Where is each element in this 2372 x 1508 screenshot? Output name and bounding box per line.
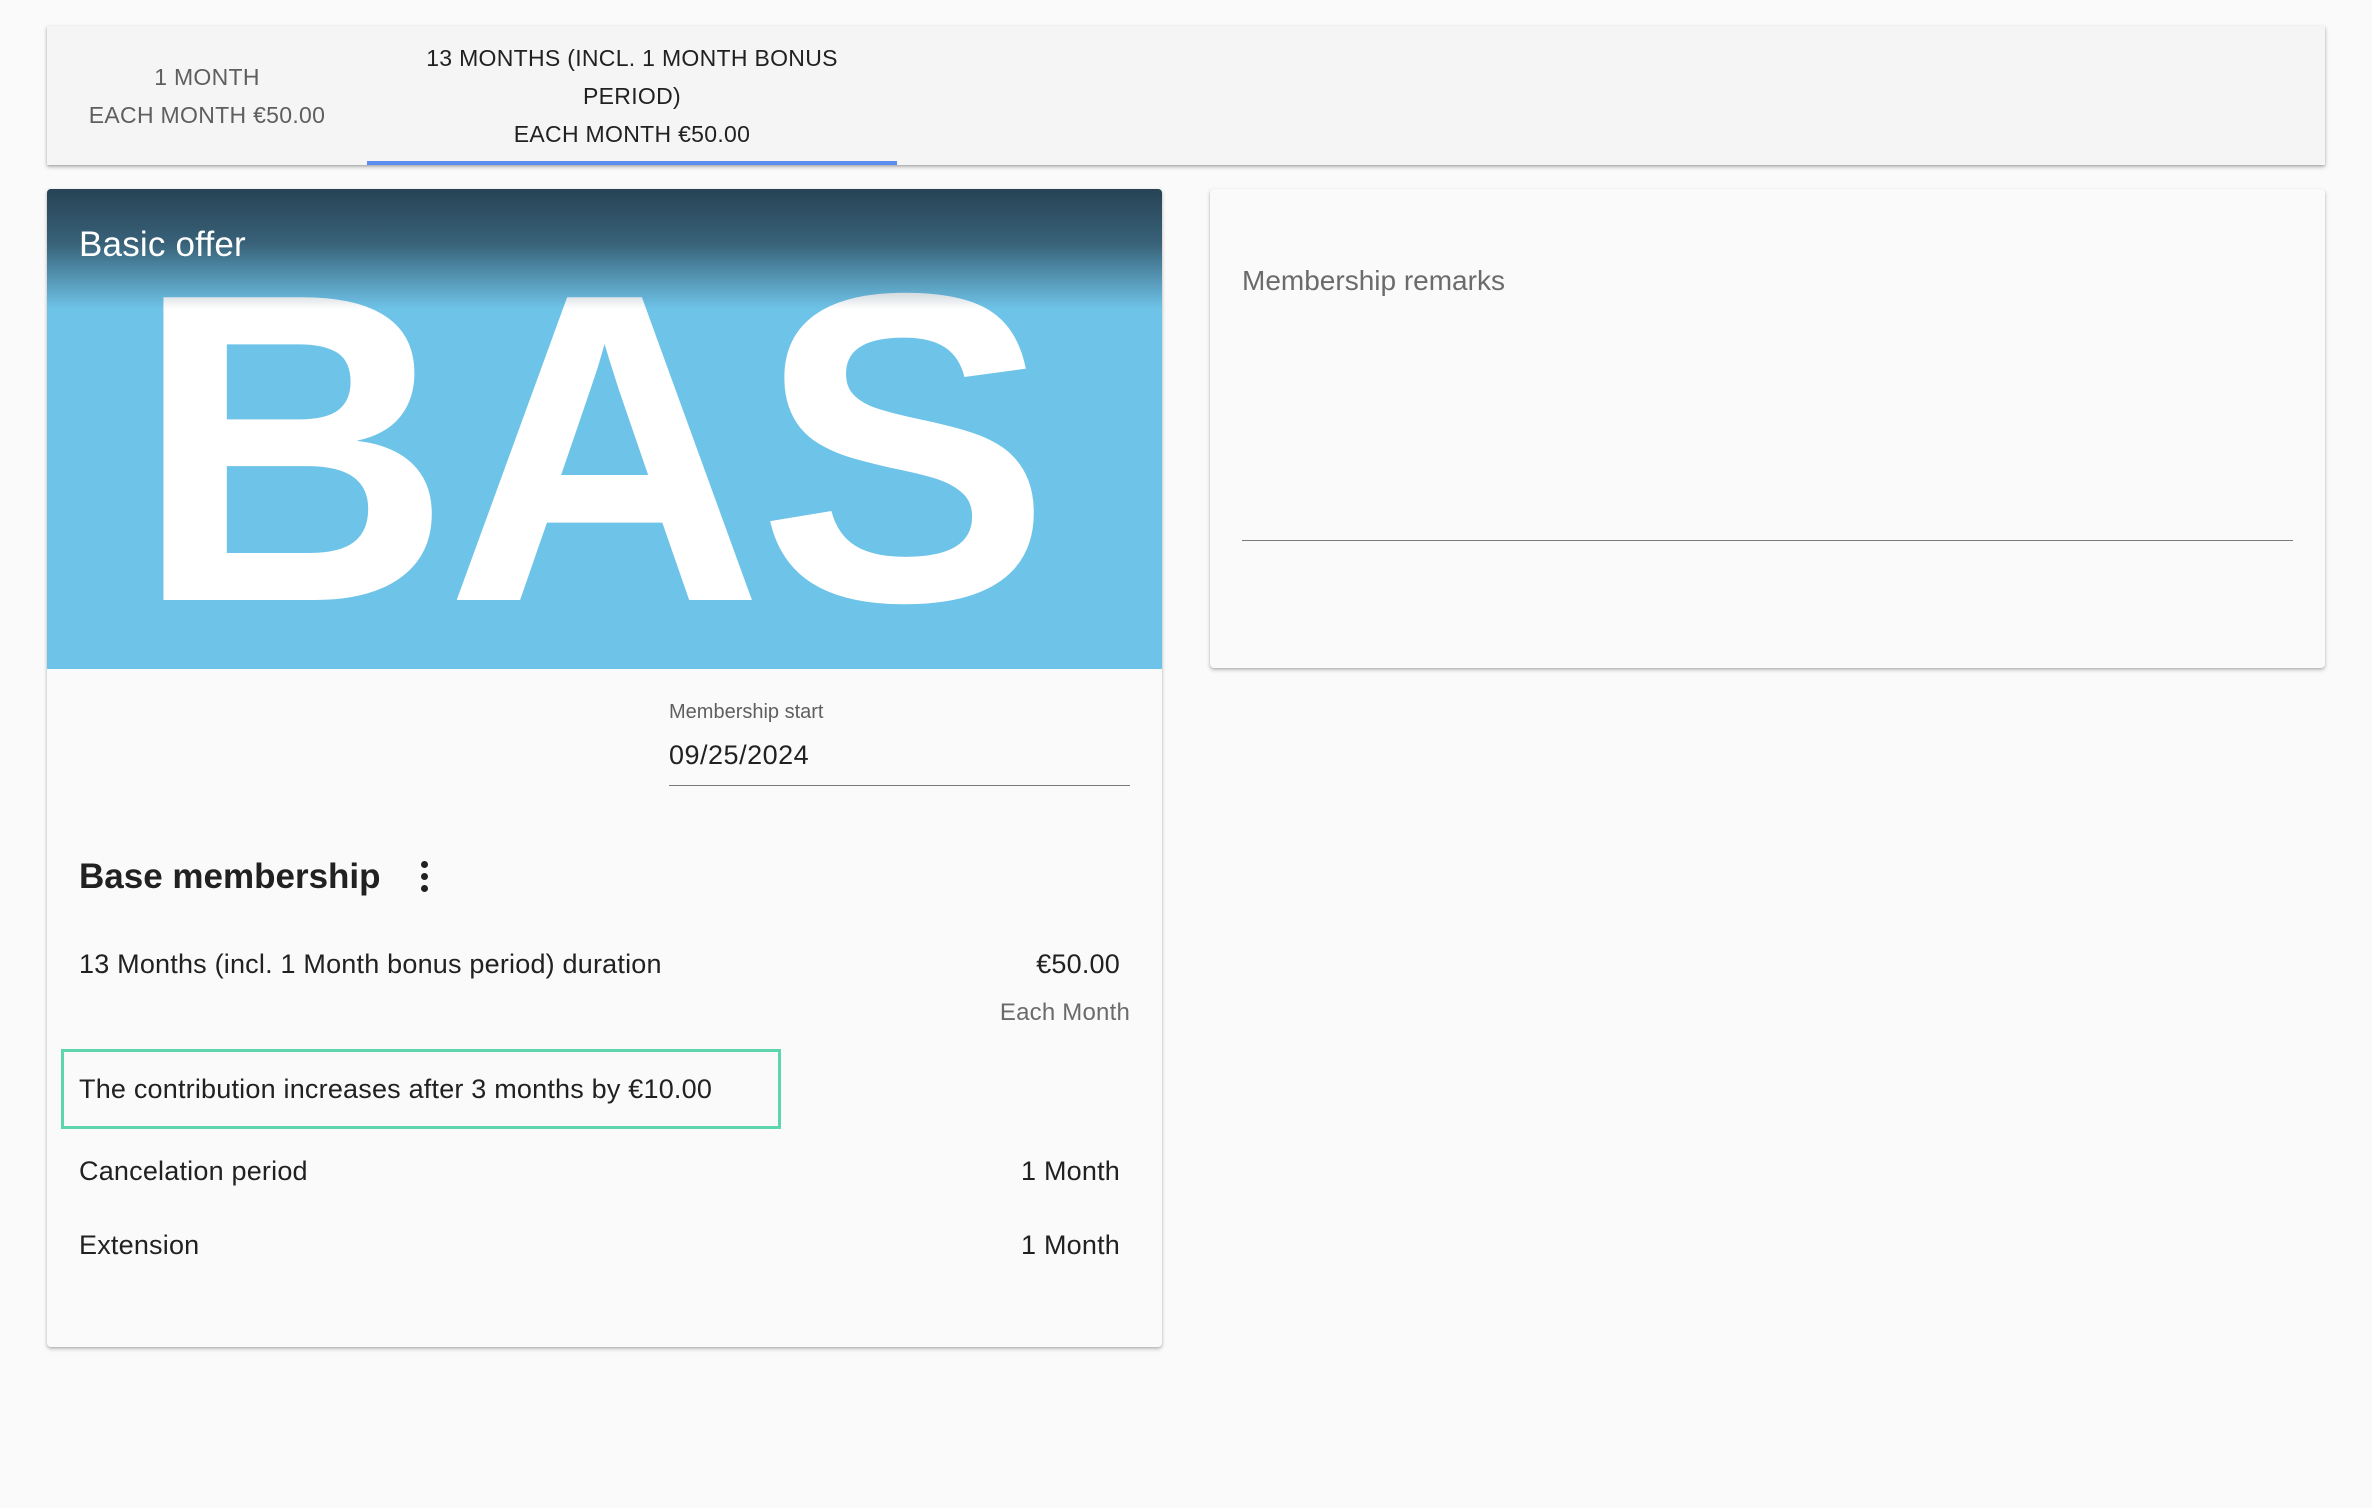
page: 1 Month Each Month €50.00 13 Months (inc… [0, 0, 2372, 1508]
membership-start-input[interactable]: 09/25/2024 [669, 740, 1130, 786]
tab-1-month-label: 1 Month [154, 63, 260, 90]
tab-13-months-label-cont: period) [583, 82, 681, 109]
extension-label: Extension [79, 1230, 200, 1260]
cancelation-value: 1 Month [1021, 1156, 1120, 1186]
tab-13-months[interactable]: 13 Months (incl. 1 Month bonus period) E… [367, 26, 897, 165]
tab-13-months-price: Each Month €50.00 [513, 120, 751, 147]
price-period: Each Month [999, 999, 1130, 1026]
cancelation-label: Cancelation period [79, 1156, 308, 1186]
tab-1-month[interactable]: 1 Month Each Month €50.00 [47, 26, 367, 165]
extension-value: 1 Month [1021, 1230, 1120, 1260]
membership-start-field[interactable]: Membership start 09/25/2024 [669, 701, 1130, 786]
base-membership-title: Base membership [79, 857, 381, 896]
offer-title: Basic offer [79, 225, 246, 264]
offer-banner: BAS Basic offer [47, 189, 1162, 669]
duration-tabs: 1 Month Each Month €50.00 13 Months (inc… [47, 26, 2325, 165]
membership-start-label: Membership start [669, 701, 824, 723]
tab-1-month-price: Each Month €50.00 [88, 101, 326, 128]
more-vertical-icon[interactable] [409, 856, 439, 896]
tab-13-months-label: 13 Months (incl. 1 Month bonus [426, 44, 838, 71]
offer-card: BAS Basic offer Membership start 09/25/2… [47, 189, 1162, 1347]
duration-label: 13 Months (incl. 1 Month bonus period) d… [79, 949, 662, 979]
remarks-card: Membership remarks [1210, 189, 2325, 668]
increase-note: The contribution increases after 3 month… [79, 1074, 713, 1104]
duration-price: €50.00 [1036, 949, 1120, 979]
membership-remarks-placeholder: Membership remarks [1242, 265, 1505, 296]
